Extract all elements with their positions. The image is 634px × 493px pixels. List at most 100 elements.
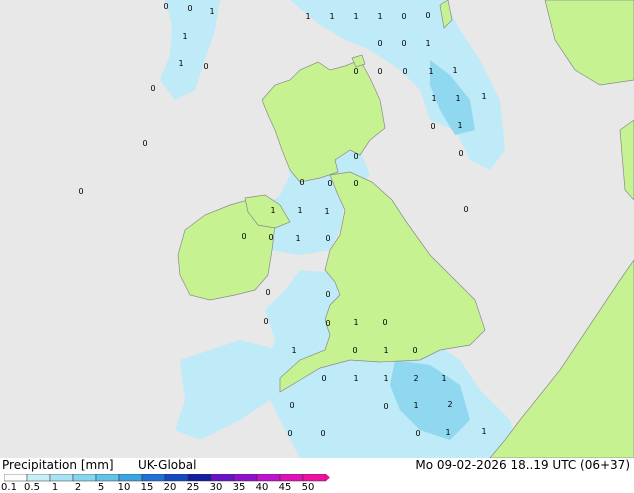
value-marker: 1 xyxy=(353,374,358,383)
scale-swatch xyxy=(72,474,97,482)
value-marker: 1 xyxy=(182,32,187,41)
value-marker: 0 xyxy=(377,67,382,76)
value-marker: 0 xyxy=(320,429,325,438)
scale-arrow xyxy=(326,474,330,481)
value-marker: 1 xyxy=(295,234,300,243)
value-marker: 0 xyxy=(430,122,435,131)
value-marker: 1 xyxy=(305,12,310,21)
scale-tick-label: 50 xyxy=(301,482,315,493)
scale-tick-label: 15 xyxy=(140,482,154,493)
scale-tick-label: 10 xyxy=(117,482,131,493)
scale-swatch xyxy=(210,474,235,482)
value-marker: 1 xyxy=(383,374,388,383)
value-marker: 0 xyxy=(187,4,192,13)
value-marker: 1 xyxy=(353,12,358,21)
scale-swatch xyxy=(118,474,143,482)
value-marker: 1 xyxy=(297,206,302,215)
scale-swatch xyxy=(233,474,258,482)
value-marker: 0 xyxy=(265,288,270,297)
scale-swatch xyxy=(279,474,304,482)
value-marker: 1 xyxy=(452,66,457,75)
value-marker: 0 xyxy=(352,346,357,355)
scale-tick-label: 2 xyxy=(74,482,82,493)
scale-tick-label: 30 xyxy=(209,482,223,493)
value-marker: 0 xyxy=(327,179,332,188)
value-marker: 1 xyxy=(455,94,460,103)
value-marker: 0 xyxy=(353,152,358,161)
value-marker: 0 xyxy=(412,346,417,355)
value-marker: 0 xyxy=(241,232,246,241)
value-marker: 0 xyxy=(402,67,407,76)
legend-footer: Precipitation [mm] UK-Global Mo 09-02-20… xyxy=(0,458,634,493)
value-marker: 1 xyxy=(413,401,418,410)
precipitation-map: 0 0 1 1 1 0 0 0 0 1 1 1 1 0 0 0 0 1 0 0 0 1 1 1 1 1 0 1 0 0 0 0 0 0 1 1 1 0 0 1… xyxy=(0,0,634,458)
value-marker: 1 xyxy=(324,207,329,216)
value-marker: 0 xyxy=(382,318,387,327)
value-marker: 1 xyxy=(481,427,486,436)
scale-tick-label: 0.1 xyxy=(1,482,17,493)
value-marker: 1 xyxy=(431,94,436,103)
model-name: UK-Global xyxy=(138,458,197,472)
value-marker: 0 xyxy=(383,402,388,411)
value-marker: 0 xyxy=(463,205,468,214)
value-marker: 0 xyxy=(150,84,155,93)
scale-swatch xyxy=(141,474,166,482)
scale-swatch xyxy=(187,474,212,482)
value-marker: 0 xyxy=(325,290,330,299)
scale-tick-label: 20 xyxy=(163,482,177,493)
scale-tick-label: 25 xyxy=(186,482,200,493)
value-marker: 0 xyxy=(401,39,406,48)
value-marker: 0 xyxy=(425,11,430,20)
value-marker: 0 xyxy=(287,429,292,438)
product-title: Precipitation [mm] xyxy=(2,458,114,472)
value-marker: 0 xyxy=(415,429,420,438)
value-marker: 1 xyxy=(377,12,382,21)
value-marker: 0 xyxy=(325,319,330,328)
value-marker: 0 xyxy=(263,317,268,326)
value-marker: 0 xyxy=(377,39,382,48)
scale-tick-label: 35 xyxy=(232,482,246,493)
value-marker: 1 xyxy=(291,346,296,355)
value-marker: 0 xyxy=(321,374,326,383)
value-marker: 0 xyxy=(289,401,294,410)
value-marker: 0 xyxy=(353,67,358,76)
value-marker: 0 xyxy=(142,139,147,148)
value-marker: 1 xyxy=(353,318,358,327)
value-marker: 0 xyxy=(203,62,208,71)
scale-tick-label: 1 xyxy=(51,482,59,493)
scale-tick-label: 5 xyxy=(97,482,105,493)
scale-swatch xyxy=(256,474,281,482)
scale-swatch xyxy=(302,474,327,482)
value-marker: 2 xyxy=(413,374,418,383)
value-marker: 0 xyxy=(401,12,406,21)
value-marker: 1 xyxy=(445,428,450,437)
valid-time: Mo 09-02-2026 18..19 UTC (06+37) xyxy=(415,458,630,472)
value-marker: 0 xyxy=(458,149,463,158)
value-marker: 1 xyxy=(481,92,486,101)
value-marker: 1 xyxy=(209,7,214,16)
color-scale-bar xyxy=(4,474,330,482)
scale-swatch xyxy=(95,474,120,482)
value-marker: 1 xyxy=(270,206,275,215)
value-marker: 1 xyxy=(425,39,430,48)
value-marker: 0 xyxy=(78,187,83,196)
value-marker: 0 xyxy=(353,179,358,188)
value-marker: 1 xyxy=(428,67,433,76)
scale-swatch xyxy=(4,474,28,482)
scale-swatch xyxy=(49,474,74,482)
value-marker: 1 xyxy=(329,12,334,21)
value-marker: 1 xyxy=(178,59,183,68)
scale-tick-label: 0.5 xyxy=(24,482,40,493)
value-marker: 1 xyxy=(383,346,388,355)
value-marker: 1 xyxy=(457,121,462,130)
value-marker: 0 xyxy=(163,2,168,11)
value-marker: 0 xyxy=(268,233,273,242)
scale-swatch xyxy=(164,474,189,482)
scale-tick-label: 45 xyxy=(278,482,292,493)
value-marker: 0 xyxy=(325,234,330,243)
value-marker: 2 xyxy=(447,400,452,409)
value-marker: 0 xyxy=(299,178,304,187)
scale-tick-label: 40 xyxy=(255,482,269,493)
scale-swatch xyxy=(26,474,51,482)
value-marker: 1 xyxy=(441,374,446,383)
